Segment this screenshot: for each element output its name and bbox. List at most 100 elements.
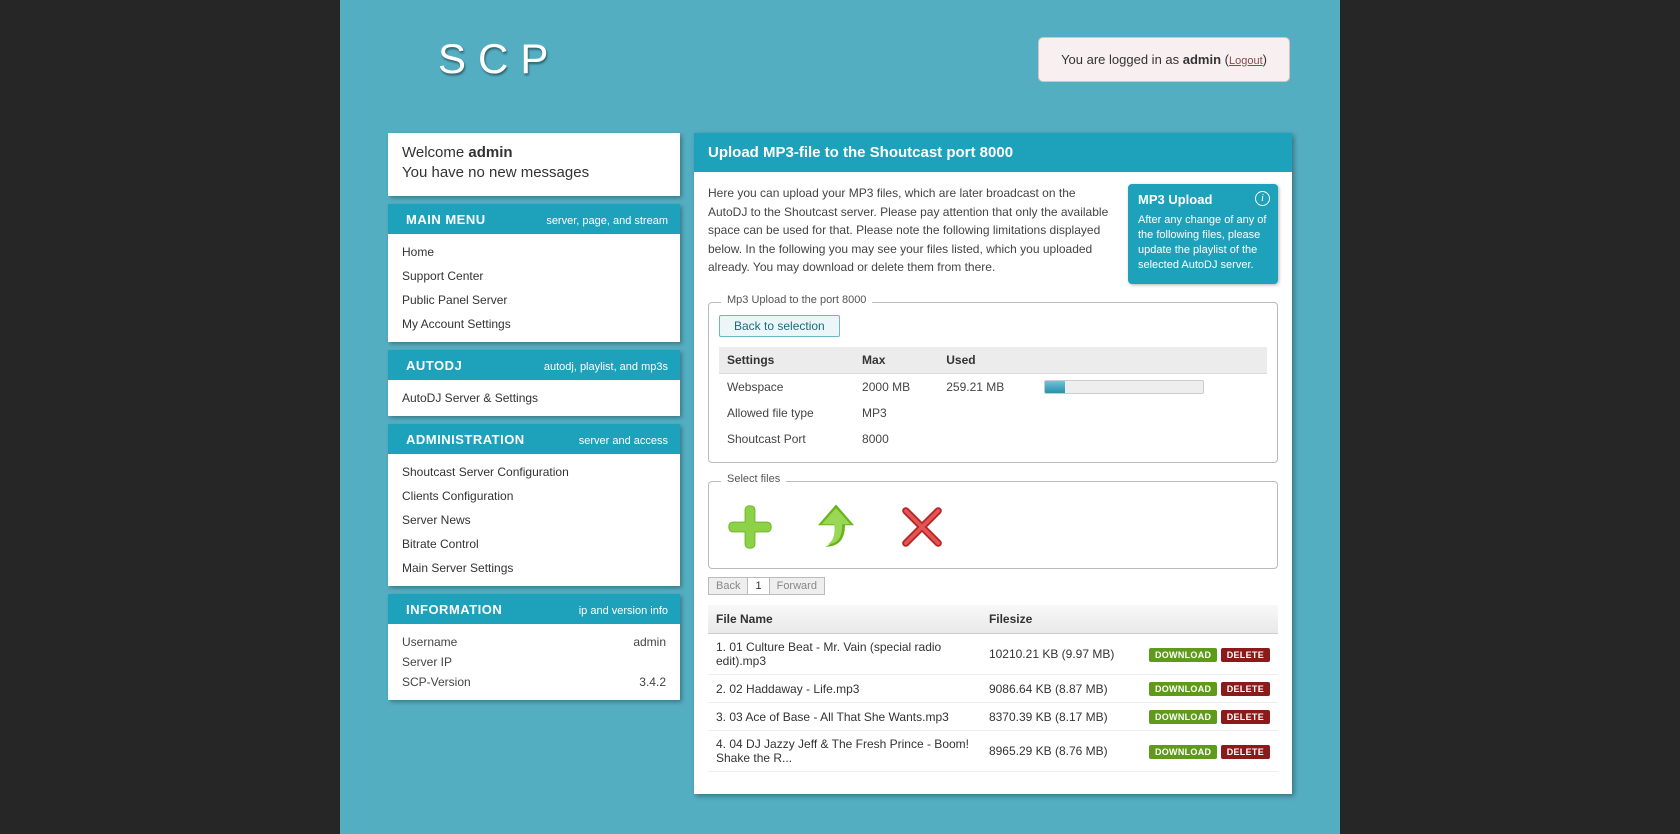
info-title: INFORMATION — [406, 602, 502, 617]
file-name: 4. 04 DJ Jazzy Jeff & The Fresh Prince -… — [708, 731, 981, 772]
settings-label: Allowed file type — [719, 400, 854, 426]
delete-button[interactable]: DELETE — [1221, 710, 1270, 724]
select-files-legend: Select files — [721, 473, 786, 485]
delete-button[interactable]: DELETE — [1221, 745, 1270, 759]
info-value: 3.4.2 — [639, 675, 666, 689]
info-row: Usernameadmin — [402, 632, 666, 652]
pager-back[interactable]: Back — [708, 577, 748, 595]
settings-max: 8000 — [854, 426, 938, 452]
info-panel: INFORMATION ip and version info Username… — [388, 594, 680, 700]
welcome-messages: You have no new messages — [402, 163, 666, 183]
file-name: 1. 01 Culture Beat - Mr. Vain (special r… — [708, 634, 981, 675]
settings-used — [938, 400, 1035, 426]
menu-item[interactable]: AutoDJ Server & Settings — [388, 386, 680, 410]
settings-col-settings: Settings — [719, 347, 854, 374]
file-size: 8965.29 KB (8.76 MB) — [981, 731, 1141, 772]
side-note-title: MP3 Upload — [1138, 192, 1268, 207]
info-sub: ip and version info — [579, 605, 668, 617]
info-label: SCP-Version — [402, 675, 471, 689]
settings-extra — [1036, 374, 1267, 401]
info-label: Server IP — [402, 655, 452, 669]
menu-header-main: MAIN MENU server, page, and stream — [388, 204, 680, 234]
menu-item[interactable]: Main Server Settings — [388, 556, 680, 580]
settings-row: Shoutcast Port8000 — [719, 426, 1267, 452]
menu-item[interactable]: Server News — [388, 508, 680, 532]
menu-item[interactable]: Bitrate Control — [388, 532, 680, 556]
info-row: SCP-Version 3.4.2 — [402, 672, 666, 692]
menu-item[interactable]: Support Center — [388, 264, 680, 288]
delete-button[interactable]: DELETE — [1221, 682, 1270, 696]
menu-item[interactable]: My Account Settings — [388, 312, 680, 336]
settings-used — [938, 426, 1035, 452]
file-row: 2. 02 Haddaway - Life.mp39086.64 KB (8.8… — [708, 675, 1278, 703]
delete-button[interactable]: DELETE — [1221, 648, 1270, 662]
file-size: 9086.64 KB (8.87 MB) — [981, 675, 1141, 703]
intro-text: Here you can upload your MP3 files, whic… — [708, 184, 1114, 277]
settings-col-max: Max — [854, 347, 938, 374]
side-note: i MP3 Upload After any change of any of … — [1128, 184, 1278, 284]
menu-title: MAIN MENU — [406, 212, 486, 227]
download-button[interactable]: DOWNLOAD — [1149, 682, 1217, 696]
menu-item[interactable]: Shoutcast Server Configuration — [388, 460, 680, 484]
main-panel: Upload MP3-file to the Shoutcast port 80… — [694, 133, 1292, 794]
intro-wrap: Here you can upload your MP3 files, whic… — [708, 184, 1278, 284]
download-button[interactable]: DOWNLOAD — [1149, 648, 1217, 662]
info-header: INFORMATION ip and version info — [388, 594, 680, 624]
select-files-fieldset: Select files — [708, 481, 1278, 569]
settings-row: Webspace2000 MB259.21 MB — [719, 374, 1267, 401]
file-name: 2. 02 Haddaway - Life.mp3 — [708, 675, 981, 703]
settings-row: Allowed file typeMP3 — [719, 400, 1267, 426]
menu-header-admin: ADMINISTRATION server and access — [388, 424, 680, 454]
download-button[interactable]: DOWNLOAD — [1149, 745, 1217, 759]
menu-list-autodj: AutoDJ Server & Settings — [388, 380, 680, 416]
back-to-selection-button[interactable]: Back to selection — [719, 315, 840, 337]
settings-extra — [1036, 426, 1267, 452]
pager-current[interactable]: 1 — [747, 577, 769, 595]
logout-link[interactable]: Logout — [1229, 55, 1263, 67]
welcome-username: admin — [468, 144, 512, 161]
webspace-progress-fill — [1045, 381, 1066, 393]
sidebar: Welcome admin You have no new messages M… — [388, 133, 680, 708]
menu-item[interactable]: Public Panel Server — [388, 288, 680, 312]
upload-arrow-icon[interactable] — [809, 500, 863, 554]
settings-label: Shoutcast Port — [719, 426, 854, 452]
pager-forward[interactable]: Forward — [769, 577, 825, 595]
download-button[interactable]: DOWNLOAD — [1149, 710, 1217, 724]
file-col-size: Filesize — [981, 605, 1141, 634]
settings-col-used: Used — [938, 347, 1035, 374]
settings-table: Settings Max Used Webspace2000 MB259.21 … — [719, 347, 1267, 452]
menu-list-admin: Shoutcast Server ConfigurationClients Co… — [388, 454, 680, 586]
cancel-icon[interactable] — [895, 500, 949, 554]
info-value: admin — [633, 635, 666, 649]
menu-sub: server, page, and stream — [546, 215, 668, 227]
welcome-line1: Welcome admin — [402, 143, 666, 163]
menu-title: AUTODJ — [406, 358, 462, 373]
main-title: Upload MP3-file to the Shoutcast port 80… — [694, 133, 1292, 172]
menu-panel-main: MAIN MENU server, page, and stream HomeSup… — [388, 204, 680, 342]
menu-item[interactable]: Home — [388, 240, 680, 264]
file-actions: DOWNLOAD DELETE — [1141, 731, 1278, 772]
menu-list-main: HomeSupport CenterPublic Panel ServerMy … — [388, 234, 680, 342]
side-note-body: After any change of any of the following… — [1138, 213, 1268, 272]
login-username: admin — [1183, 52, 1221, 67]
file-name: 3. 03 Ace of Base - All That She Wants.m… — [708, 703, 981, 731]
file-col-name: File Name — [708, 605, 981, 634]
info-list: Usernameadmin Server IP SCP-Version 3.4.2 — [388, 624, 680, 700]
file-actions: DOWNLOAD DELETE — [1141, 634, 1278, 675]
settings-label: Webspace — [719, 374, 854, 401]
info-row: Server IP — [402, 652, 666, 672]
file-row: 3. 03 Ace of Base - All That She Wants.m… — [708, 703, 1278, 731]
menu-title: ADMINISTRATION — [406, 432, 525, 447]
add-file-icon[interactable] — [723, 500, 777, 554]
info-icon: i — [1255, 191, 1270, 206]
settings-extra — [1036, 400, 1267, 426]
upload-settings-legend: Mp3 Upload to the port 8000 — [721, 294, 872, 306]
logo: SCP — [438, 35, 560, 83]
login-prefix: You are logged in as — [1061, 52, 1183, 67]
upload-settings-fieldset: Mp3 Upload to the port 8000 Back to sele… — [708, 302, 1278, 463]
file-col-actions — [1141, 605, 1278, 634]
login-status-box: You are logged in as admin (Logout) — [1038, 37, 1290, 82]
menu-item[interactable]: Clients Configuration — [388, 484, 680, 508]
menu-sub: server and access — [579, 435, 668, 447]
file-actions: DOWNLOAD DELETE — [1141, 675, 1278, 703]
